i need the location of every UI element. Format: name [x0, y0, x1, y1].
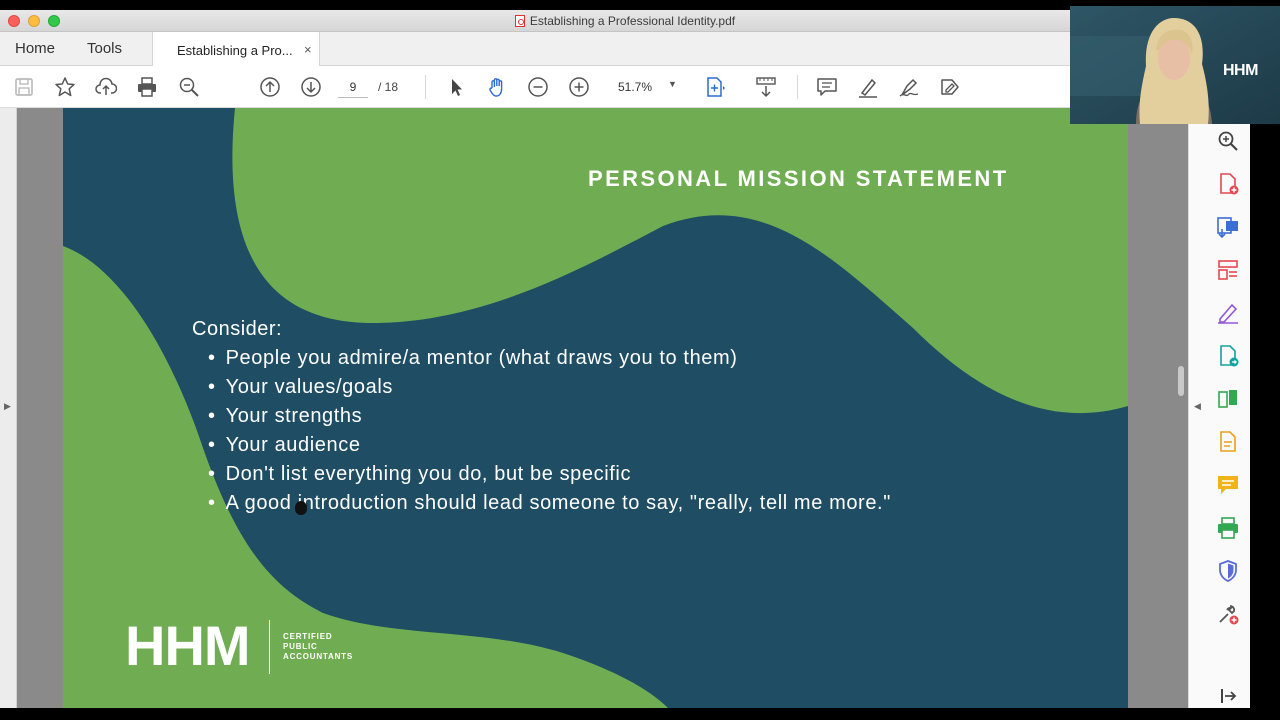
select-cursor-icon[interactable]	[444, 75, 468, 99]
title-bar: Establishing a Professional Identity.pdf	[0, 10, 1250, 32]
bullet-item: Your strengths	[208, 402, 891, 431]
window-title: Establishing a Professional Identity.pdf	[0, 14, 1250, 28]
print-production-icon[interactable]	[1215, 515, 1241, 541]
tab-tools[interactable]: Tools	[87, 40, 122, 57]
compare-files-icon[interactable]	[1215, 386, 1241, 412]
collapse-right-pane-icon[interactable]: ◀	[1194, 401, 1201, 412]
more-tools-icon[interactable]	[1215, 601, 1241, 627]
protect-shield-icon[interactable]	[1215, 558, 1241, 584]
toolbar-divider	[797, 75, 798, 99]
sign-icon[interactable]	[897, 75, 921, 99]
toolbar-divider	[425, 75, 426, 99]
logo-divider	[269, 620, 270, 674]
right-tools-pane: ◀	[1188, 108, 1250, 708]
zoom-in-icon[interactable]	[567, 75, 591, 99]
tab-home[interactable]: Home	[15, 40, 55, 57]
hhm-logo-mark: HHM	[125, 614, 251, 677]
scrollbar-thumb[interactable]	[1178, 366, 1184, 396]
left-panel-collapsed[interactable]: ▶	[0, 108, 17, 708]
bullet-item: People you admire/a mentor (what draws y…	[208, 344, 891, 373]
collapse-pane-arrow-icon[interactable]	[1215, 683, 1241, 708]
vertical-scrollbar[interactable]	[1174, 108, 1188, 708]
export-pdf-icon[interactable]	[1215, 214, 1241, 240]
edit-pdf-icon[interactable]	[1215, 429, 1241, 455]
bullet-item: A good introduction should lead someone …	[208, 489, 891, 518]
zoom-out-icon[interactable]	[526, 75, 550, 99]
print-icon[interactable]	[135, 75, 159, 99]
bullet-item: Don't list everything you do, but be spe…	[208, 460, 891, 489]
bullet-item: Your audience	[208, 431, 891, 460]
zoom-out-search-icon[interactable]	[177, 75, 201, 99]
fill-sign-icon[interactable]	[1215, 300, 1241, 326]
webcam-hhm-logo: HHM	[1223, 62, 1258, 79]
next-page-icon[interactable]	[299, 75, 323, 99]
comment-icon[interactable]	[815, 75, 839, 99]
share-edit-icon[interactable]	[938, 75, 962, 99]
chevron-down-icon[interactable]: ▼	[668, 79, 677, 89]
hand-tool-icon[interactable]	[485, 75, 509, 99]
bullet-list: People you admire/a mentor (what draws y…	[208, 344, 891, 518]
organize-pages-icon[interactable]	[1215, 257, 1241, 283]
fit-page-icon[interactable]	[703, 75, 727, 99]
toolbar: / 18 51.7% ▼	[0, 66, 1250, 108]
webcam-overlay: HHM	[1070, 6, 1280, 124]
tab-document-label: Establishing a Pro...	[177, 43, 293, 58]
tab-document[interactable]: Establishing a Pro... ×	[152, 32, 320, 67]
zoom-level-dropdown[interactable]: 51.7%	[618, 80, 652, 94]
scroll-mode-icon[interactable]	[754, 75, 778, 99]
document-viewport[interactable]: ▶ PERSONAL MISSION STATEMENT Consider: P…	[0, 108, 1188, 708]
bookmark-star-icon[interactable]	[53, 75, 77, 99]
send-for-signature-icon[interactable]	[1215, 343, 1241, 369]
slide-title: PERSONAL MISSION STATEMENT	[588, 166, 1009, 191]
previous-page-icon[interactable]	[258, 75, 282, 99]
window-title-text: Establishing a Professional Identity.pdf	[529, 14, 736, 28]
pdf-file-icon	[514, 15, 525, 27]
page-total: / 18	[378, 80, 399, 94]
hhm-logo-subtitle: CERTIFIED PUBLIC ACCOUNTANTS	[283, 632, 353, 661]
screen: Establishing a Professional Identity.pdf…	[0, 0, 1280, 720]
cloud-upload-icon[interactable]	[94, 75, 118, 99]
bullet-item: Your values/goals	[208, 373, 891, 402]
create-pdf-icon[interactable]	[1215, 171, 1241, 197]
acrobat-window: Establishing a Professional Identity.pdf…	[0, 10, 1250, 708]
expand-left-panel-icon[interactable]: ▶	[4, 401, 11, 412]
highlight-pen-icon[interactable]	[856, 75, 880, 99]
slide-intro-text: Consider:	[192, 318, 283, 340]
tab-bar: Home Tools Establishing a Pro... ×	[0, 32, 1250, 67]
comment-tool-icon[interactable]	[1215, 472, 1241, 498]
mouse-cursor-icon	[295, 501, 307, 515]
save-icon[interactable]	[12, 75, 36, 99]
pdf-page: PERSONAL MISSION STATEMENT Consider: Peo…	[63, 108, 1128, 708]
page-number-input[interactable]	[338, 76, 368, 98]
close-tab-icon[interactable]: ×	[304, 42, 312, 57]
search-zoom-icon[interactable]	[1215, 128, 1241, 154]
